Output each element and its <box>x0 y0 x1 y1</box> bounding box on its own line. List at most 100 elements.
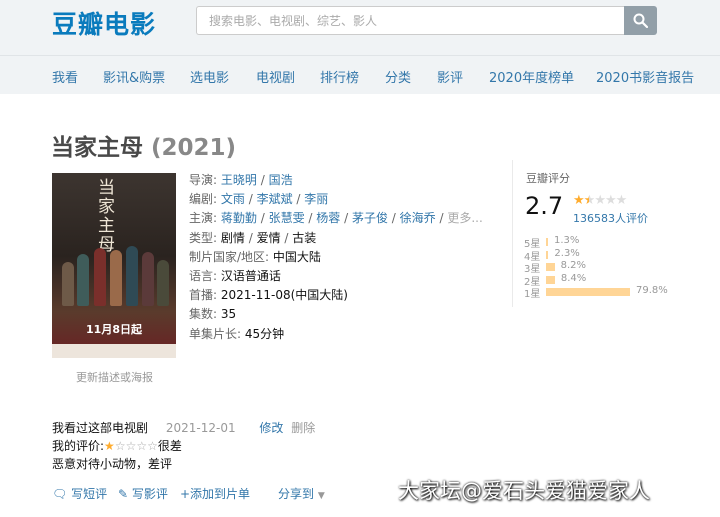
director-label: 导演: <box>189 173 218 187</box>
rating-bar-label: 1星 <box>524 289 541 300</box>
subject-title: 当家主母 <box>51 135 143 161</box>
nav-item-report-2020[interactable]: 2020书影音报告 <box>596 67 694 86</box>
rating-title: 豆瓣评分 <box>526 172 570 185</box>
share-button[interactable]: 分享到 ▼ <box>278 485 325 502</box>
nav-item-mine[interactable]: 我看 <box>52 67 78 86</box>
nav-item-charts[interactable]: 排行榜 <box>320 67 359 86</box>
poster-image[interactable]: 当家主母 11月8日起 <box>52 173 176 358</box>
cast-more-link[interactable]: 更多... <box>447 211 482 225</box>
rating-bar-fill <box>546 263 555 271</box>
write-short-review-button[interactable]: 🗨 写短评 <box>52 485 107 502</box>
star-icon: ★ <box>104 439 115 453</box>
search-button[interactable] <box>624 6 657 35</box>
poster-date-text: 11月8日起 <box>86 323 142 336</box>
search-icon <box>633 13 648 28</box>
poster-figure <box>126 246 138 306</box>
poster-figure <box>62 262 74 306</box>
language-label: 语言: <box>189 268 218 283</box>
poster-figure <box>110 250 122 306</box>
poster-figure <box>157 260 169 306</box>
share-label: 分享到 <box>278 487 315 501</box>
cast-link[interactable]: 张慧雯 <box>269 211 305 225</box>
cast-label: 主演: <box>189 211 218 226</box>
nav-item-tv[interactable]: 电视剧 <box>256 67 295 86</box>
writer-label: 编剧: <box>189 192 218 207</box>
write-review-label: 写影评 <box>131 487 168 501</box>
writer-link[interactable]: 李丽 <box>304 192 328 206</box>
runtime-value: 45分钟 <box>244 326 285 341</box>
cast-link[interactable]: 徐海乔 <box>400 211 436 225</box>
search-box[interactable] <box>196 6 624 35</box>
rating-bar-percent: 1.3% <box>554 235 580 246</box>
rating-bar-percent: 79.8% <box>636 285 668 296</box>
subject-info: 导演: 王晓明 / 国浩 编剧: 文雨 / 李斌斌 / 李丽 主演: 蒋勤勤 /… <box>189 173 483 341</box>
poster-figure <box>142 252 154 306</box>
rating-score: 2.7 <box>525 192 564 220</box>
search-input[interactable] <box>197 7 624 34</box>
nav-item-reviews[interactable]: 影评 <box>437 67 463 86</box>
douban-movie-logo[interactable]: 豆瓣电影 <box>52 5 156 41</box>
subject-year: (2021) <box>151 135 237 161</box>
runtime-label: 单集片长: <box>189 326 242 341</box>
director-link[interactable]: 王晓明 <box>221 173 257 187</box>
language-value: 汉语普通话 <box>220 268 281 283</box>
page-title: 当家主母 (2021) <box>51 128 236 162</box>
rating-bar-fill <box>546 275 555 284</box>
rating-bar-percent: 2.3% <box>554 247 580 259</box>
star-outline-icon: ☆ <box>125 439 137 453</box>
watched-text: 我看过这部电视剧 <box>52 421 149 435</box>
nav-item-tickets[interactable]: 影讯&购票 <box>103 67 165 86</box>
genre-value: 剧情 <box>220 230 245 245</box>
cast-link[interactable]: 蒋勤勤 <box>221 211 257 225</box>
star-empty-icon: ★ <box>615 193 628 208</box>
star-icon: ★ <box>573 193 585 208</box>
cast-link[interactable]: 茅子俊 <box>352 211 388 225</box>
chevron-down-icon: ▼ <box>317 491 325 501</box>
rating-bar-fill <box>546 250 549 259</box>
rating-count-link[interactable]: 136583人评价 <box>573 210 648 226</box>
region-label: 制片国家/地区: <box>189 249 270 264</box>
my-rating-word: 很差 <box>157 439 182 453</box>
pencil-icon: ✎ <box>118 487 129 501</box>
rating-bar-fill <box>546 238 548 246</box>
star-outline-icon: ☆ <box>147 439 158 453</box>
rating-stars: ★★★★★ <box>573 193 628 208</box>
watched-date: 2021-12-01 <box>165 421 236 435</box>
cast-link[interactable]: 杨蓉 <box>316 211 340 225</box>
add-to-list-button[interactable]: +添加到片单 <box>180 485 250 502</box>
rating-bar-percent: 8.2% <box>560 260 587 271</box>
nav-divider <box>0 55 720 56</box>
genre-value: 爱情 <box>256 230 281 245</box>
star-outline-icon: ☆ <box>114 439 126 453</box>
rating-bar-fill <box>546 288 630 296</box>
nav-item-annual-2020[interactable]: 2020年度榜单 <box>489 67 574 86</box>
episodes-label: 集数: <box>189 307 218 322</box>
rating-bar-percent: 8.4% <box>560 272 587 284</box>
delete-link[interactable]: 删除 <box>291 421 315 435</box>
star-empty-icon: ★ <box>594 193 606 208</box>
nav-item-explore-movies[interactable]: 选电影 <box>190 67 229 86</box>
writer-link[interactable]: 李斌斌 <box>257 192 293 206</box>
director-link[interactable]: 国浩 <box>269 173 293 187</box>
premiere-label: 首播: <box>189 288 218 303</box>
header-bar: 豆瓣电影 我看 影讯&购票 选电影 电视剧 排行榜 分类 影评 2020年度榜单… <box>0 0 720 94</box>
my-comment: 恶意对待小动物，差评 <box>52 457 173 471</box>
star-empty-icon: ★ <box>604 193 617 208</box>
nav-item-tags[interactable]: 分类 <box>385 67 411 86</box>
edit-link[interactable]: 修改 <box>259 421 283 435</box>
episodes-value: 35 <box>220 307 237 322</box>
write-short-review-label: 写短评 <box>71 487 108 501</box>
poster-figure <box>94 248 106 306</box>
update-poster-link[interactable]: 更新描述或海报 <box>76 369 153 385</box>
star-outline-icon: ☆ <box>136 439 148 453</box>
poster-sponsor-strip <box>52 344 176 358</box>
write-review-button[interactable]: ✎ 写影评 <box>118 485 168 502</box>
my-rating-stars: ★☆☆☆☆ <box>104 439 158 453</box>
poster-figure <box>77 254 89 306</box>
writer-link[interactable]: 文雨 <box>221 192 245 206</box>
watermark-text: 大家坛@爱石头爱猫爱家人 <box>398 479 650 503</box>
region-value: 中国大陆 <box>272 249 321 264</box>
genre-label: 类型: <box>189 230 218 245</box>
speech-bubble-icon: 🗨 <box>52 487 68 501</box>
half-star-icon: ★ <box>583 193 596 208</box>
